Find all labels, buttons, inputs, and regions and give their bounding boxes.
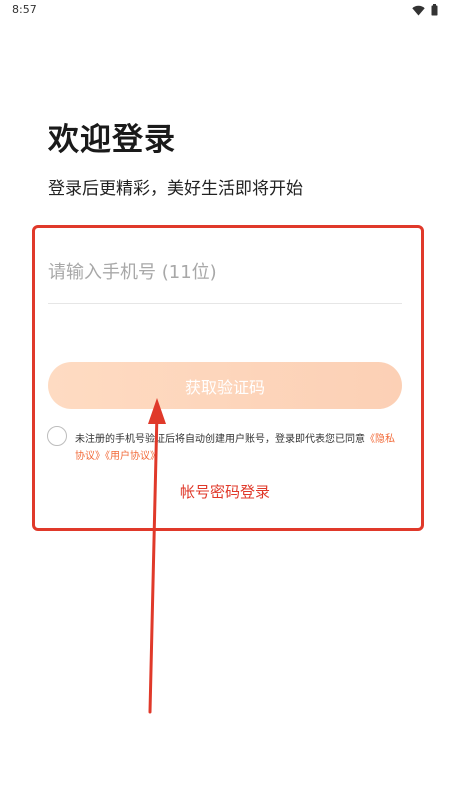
input-underline bbox=[48, 303, 402, 304]
wifi-icon bbox=[412, 5, 425, 16]
status-bar: 8:57 bbox=[0, 0, 450, 22]
user-agreement-link[interactable]: 《用户协议》 bbox=[105, 451, 160, 462]
status-icons bbox=[412, 4, 438, 16]
password-login-link[interactable]: 帐号密码登录 bbox=[0, 481, 450, 502]
battery-icon bbox=[431, 4, 438, 16]
agreement-body: 未注册的手机号验证后将自动创建用户账号，登录即代表您已同意 bbox=[75, 434, 365, 445]
agreement-checkbox[interactable] bbox=[47, 426, 67, 446]
phone-input[interactable] bbox=[48, 254, 402, 290]
get-code-button[interactable]: 获取验证码 bbox=[48, 362, 402, 409]
page-subtitle: 登录后更精彩，美好生活即将开始 bbox=[48, 179, 303, 199]
agreement-text: 未注册的手机号验证后将自动创建用户账号，登录即代表您已同意《隐私协议》《用户协议… bbox=[75, 431, 401, 465]
status-time: 8:57 bbox=[12, 3, 37, 16]
page-title: 欢迎登录 bbox=[48, 122, 176, 158]
